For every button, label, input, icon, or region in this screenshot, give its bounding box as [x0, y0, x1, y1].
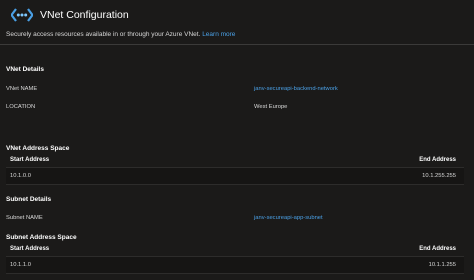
end-address-cell: 10.1.1.255 — [428, 262, 456, 268]
table-row: 10.1.0.0 10.1.255.255 — [6, 167, 464, 185]
end-address-header: End Address — [419, 246, 456, 252]
description-text: Securely access resources available in o… — [6, 31, 201, 38]
start-address-header: Start Address — [10, 246, 50, 252]
subnet-address-space-heading: Subnet Address Space — [6, 234, 77, 241]
header-divider — [0, 44, 474, 45]
panel-header: VNet Configuration — [0, 0, 474, 30]
start-address-cell: 10.1.0.0 — [10, 173, 31, 179]
vnet-icon — [11, 8, 33, 22]
start-address-header: Start Address — [10, 157, 50, 163]
location-value: West Europe — [254, 104, 288, 110]
vnet-details-heading: VNet Details — [6, 66, 44, 73]
start-address-cell: 10.1.1.0 — [10, 262, 31, 268]
location-label: LOCATION — [6, 104, 36, 110]
subnet-details-heading: Subnet Details — [6, 196, 52, 203]
end-address-header: End Address — [419, 157, 456, 163]
vnet-address-table-header: Start Address End Address — [6, 155, 464, 165]
vnet-address-space-heading: VNet Address Space — [6, 145, 70, 152]
description: Securely access resources available in o… — [6, 31, 235, 38]
subnet-address-table-header: Start Address End Address — [6, 244, 464, 254]
vnet-name-label: VNet NAME — [6, 86, 38, 92]
learn-more-link[interactable]: Learn more — [202, 31, 235, 38]
table-row: 10.1.1.0 10.1.1.255 — [6, 256, 464, 274]
subnet-name-label: Subnet NAME — [6, 215, 43, 221]
end-address-cell: 10.1.255.255 — [422, 173, 456, 179]
subnet-name-value[interactable]: janv-secureapi-app-subnet — [254, 215, 323, 221]
page-title: VNet Configuration — [40, 9, 129, 21]
vnet-name-value[interactable]: janv-secureapi-backend-network — [254, 86, 338, 92]
